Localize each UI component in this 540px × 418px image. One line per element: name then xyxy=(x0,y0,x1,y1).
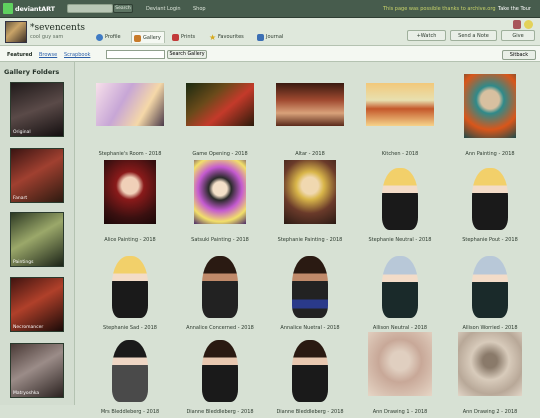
gallery-item[interactable]: Allison Worried - 2018 xyxy=(445,248,535,334)
avatar[interactable] xyxy=(5,21,27,43)
logo-text[interactable]: deviantART xyxy=(15,5,55,13)
sidebar-title: Gallery Folders xyxy=(4,68,60,76)
folder-fanart[interactable]: Fanart xyxy=(10,148,64,203)
thumbnail[interactable] xyxy=(112,340,148,402)
thumbnail[interactable] xyxy=(194,160,246,224)
gallery-item[interactable]: Annalice Concerned - 2018 xyxy=(175,248,265,334)
thumbnail[interactable] xyxy=(186,83,254,126)
gallery-item[interactable]: Ann Drawing 2 - 2018 xyxy=(445,332,535,418)
thumbnail[interactable] xyxy=(284,160,336,224)
folder-necromancer[interactable]: Necromancer xyxy=(10,277,64,332)
thumbnail[interactable] xyxy=(368,332,432,396)
gallery-item[interactable]: Annalice Nuetral - 2018 xyxy=(265,248,355,334)
star-icon: ★ xyxy=(209,33,217,42)
thumbnail[interactable] xyxy=(104,160,156,224)
folder-paintings[interactable]: Paintings xyxy=(10,212,64,267)
browse-link[interactable]: Browse xyxy=(39,52,57,58)
gallery-item[interactable]: Stephanie Pout - 2018 xyxy=(445,160,535,246)
thumbnail[interactable] xyxy=(382,256,418,318)
gallery-search-input[interactable] xyxy=(106,50,165,59)
give-button[interactable]: Give xyxy=(501,30,535,41)
smiley-icon[interactable] xyxy=(524,20,533,29)
user-icon[interactable] xyxy=(513,20,521,29)
tab-prints[interactable]: Prints xyxy=(170,31,198,43)
top-bar: deviantART Search Deviant Login Shop Thi… xyxy=(0,0,540,18)
search-input[interactable] xyxy=(67,4,113,13)
thumbnail[interactable] xyxy=(472,168,508,230)
shop-link[interactable]: Shop xyxy=(193,6,206,12)
gallery-folders-sidebar: Gallery Folders Original Fanart Painting… xyxy=(0,62,75,405)
gallery-item[interactable]: Satsuki Painting - 2018 xyxy=(175,160,265,246)
thumbnail[interactable] xyxy=(202,340,238,402)
deviantart-logo-icon[interactable] xyxy=(3,3,13,14)
gallery-icon xyxy=(134,35,141,42)
thumbnail[interactable] xyxy=(202,256,238,318)
gallery-item[interactable]: Stephanie Neutral - 2018 xyxy=(355,160,445,246)
gallery-item[interactable]: Mrs Bleddleberg - 2018 xyxy=(85,332,175,418)
gallery-item[interactable]: Stephanie's Room - 2018 xyxy=(85,74,175,160)
gallery-item[interactable]: Ann Painting - 2018 xyxy=(445,74,535,160)
thumbnail[interactable] xyxy=(458,332,522,396)
thumbnail[interactable] xyxy=(292,340,328,402)
tagline: cool guy sam xyxy=(30,34,64,40)
send-note-button[interactable]: Send a Note xyxy=(450,30,497,41)
gallery-item[interactable]: Altar - 2018 xyxy=(265,74,355,160)
search-button[interactable]: Search xyxy=(113,4,133,13)
thumbnail[interactable] xyxy=(292,256,328,318)
tab-profile[interactable]: Profile xyxy=(94,31,124,43)
tab-journal[interactable]: Journal xyxy=(255,31,286,43)
prints-icon xyxy=(172,34,179,41)
search-gallery-button[interactable]: Search Gallery xyxy=(167,50,207,59)
thumbnail[interactable] xyxy=(464,74,516,138)
thumbnail[interactable] xyxy=(472,256,508,318)
username[interactable]: *sevencents xyxy=(30,23,85,33)
deviant-login-link[interactable]: Deviant Login xyxy=(146,6,181,12)
take-tour-link[interactable]: Take the Tour xyxy=(498,6,531,12)
tab-gallery[interactable]: Gallery xyxy=(131,31,165,43)
thumbnail[interactable] xyxy=(382,168,418,230)
thumbnail[interactable] xyxy=(366,83,434,126)
gallery-item[interactable]: Stephanie Sad - 2018 xyxy=(85,248,175,334)
gallery-item[interactable]: Alice Painting - 2018 xyxy=(85,160,175,246)
gallery-toolbar: Featured Browse Scrapbook Search Gallery… xyxy=(0,45,540,62)
gallery-item[interactable]: Ann Drawing 1 - 2018 xyxy=(355,332,445,418)
scrapbook-link[interactable]: Scrapbook xyxy=(64,52,90,58)
archive-notice: This page was possible thanks to archive… xyxy=(383,6,496,12)
folder-original[interactable]: Original xyxy=(10,82,64,137)
thumbnail[interactable] xyxy=(112,256,148,318)
gallery-grid: Stephanie's Room - 2018 Game Opening - 2… xyxy=(75,62,540,415)
gallery-item[interactable]: Stephanie Painting - 2018 xyxy=(265,160,355,246)
thumbnail[interactable] xyxy=(96,83,164,126)
gallery-item[interactable]: Dianne Bleddleberg - 2018 xyxy=(175,332,265,418)
watch-button[interactable]: +Watch xyxy=(407,30,446,41)
gallery-item[interactable]: Game Opening - 2018 xyxy=(175,74,265,160)
folder-matryoshka[interactable]: Matryoshka xyxy=(10,343,64,398)
featured-link[interactable]: Featured xyxy=(7,52,32,58)
gallery-item[interactable]: Kitchen - 2018 xyxy=(355,74,445,160)
sitback-button[interactable]: Sitback xyxy=(502,50,536,60)
journal-icon xyxy=(257,34,264,41)
tab-favourites[interactable]: ★ Favourites xyxy=(207,31,247,43)
profile-icon xyxy=(96,34,103,41)
gallery-item[interactable]: Allison Neutral - 2018 xyxy=(355,248,445,334)
thumbnail[interactable] xyxy=(276,83,344,126)
gallery-item[interactable]: Dianne Bleddleberg - 2018 xyxy=(265,332,355,418)
